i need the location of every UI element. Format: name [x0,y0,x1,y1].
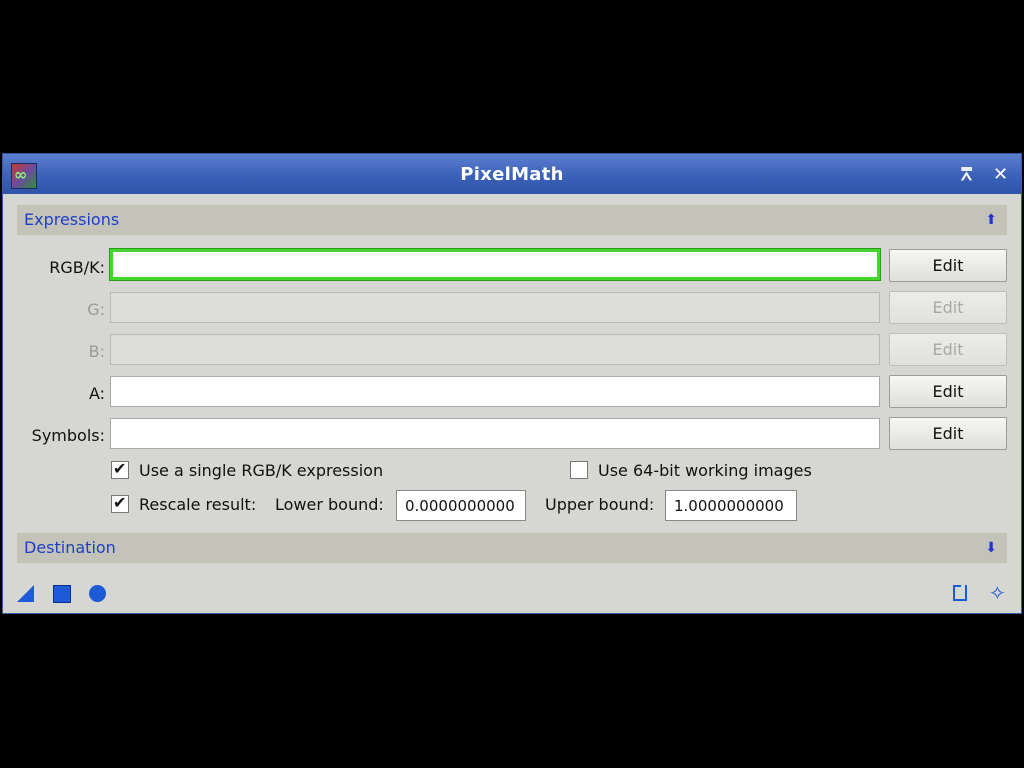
upper-bound-input[interactable] [665,490,797,521]
destination-section-header[interactable]: Destination ⬇ [17,533,1007,563]
g-label: G: [87,300,105,319]
b-edit-button[interactable]: Edit [889,333,1007,366]
a-edit-button[interactable]: Edit [889,375,1007,408]
symbols-edit-button[interactable]: Edit [889,417,1007,450]
pixelmath-window: PixelMath ⩞ ✕ Expressions ⬆ RGB/K: Edit … [2,153,1022,614]
close-icon[interactable]: ✕ [993,164,1008,185]
destination-section-label: Destination [24,538,116,557]
b-expression-input[interactable] [110,334,880,365]
rescale-label: Rescale result: [139,495,257,514]
a-label: A: [88,384,105,403]
a-expression-input[interactable] [110,376,880,407]
expand-icon[interactable]: ⬇ [985,533,997,563]
expressions-section-label: Expressions [24,210,120,229]
g-expression-input[interactable] [110,292,880,323]
checkmark-icon: ✔ [113,459,127,478]
rescale-checkbox[interactable]: ✔ [111,493,129,513]
symbols-input[interactable] [110,418,880,449]
expressions-section-header[interactable]: Expressions ⬆ [17,205,1007,235]
symbols-label: Symbols: [31,426,105,445]
upper-bound-label: Upper bound: [545,495,655,514]
rgbk-label: RGB/K: [49,258,105,277]
rgbk-expression-input[interactable] [109,248,881,281]
apply-global-icon[interactable] [53,585,71,603]
edit-instance-icon[interactable] [953,585,967,601]
title-bar[interactable]: PixelMath ⩞ ✕ [3,154,1021,194]
single-expression-label: Use a single RGB/K expression [139,461,384,480]
new-instance-icon[interactable] [17,585,34,602]
process-toolbar: ✧ [3,575,1021,613]
checkmark-icon: ✔ [113,493,127,512]
shade-icon[interactable]: ⩞ [961,164,972,185]
b-label: B: [88,342,105,361]
apply-icon[interactable] [89,585,106,602]
window-title: PixelMath [460,164,564,185]
lower-bound-label: Lower bound: [275,495,384,514]
use-64bit-checkbox[interactable] [570,461,588,479]
single-expression-checkbox[interactable]: ✔ [111,459,129,479]
reset-icon[interactable]: ✧ [989,581,1006,605]
rgbk-edit-button[interactable]: Edit [889,249,1007,282]
use-64bit-label: Use 64-bit working images [598,461,812,480]
g-edit-button[interactable]: Edit [889,291,1007,324]
lower-bound-input[interactable] [396,490,526,521]
collapse-icon[interactable]: ⬆ [985,205,997,235]
